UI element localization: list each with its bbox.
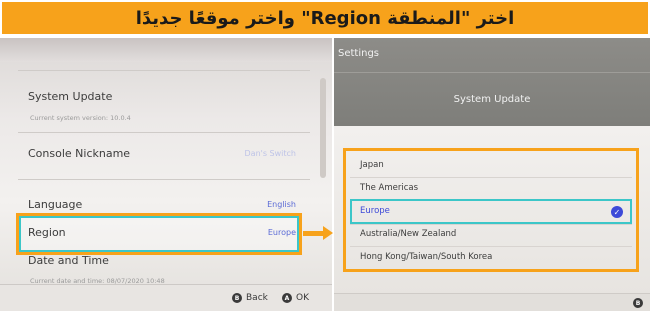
region-value: Europe <box>267 228 296 237</box>
header-title: Settings <box>338 48 380 59</box>
region-option-europe[interactable]: Europe <box>360 206 390 216</box>
nickname-value: Dan's Switch <box>244 149 297 158</box>
header-item-system-update: System Update <box>453 94 531 105</box>
divider <box>18 70 310 71</box>
scrollbar[interactable] <box>320 78 326 178</box>
footer-bar: B <box>334 293 650 311</box>
back-button[interactable]: B Back <box>232 293 268 303</box>
arrow-icon <box>303 231 325 236</box>
settings-item-label: Language <box>28 198 83 211</box>
instruction-banner: اختر "المنطقة Region" واختر موقعًا جديدً… <box>0 0 650 36</box>
footer-bar: B Back A OK <box>0 284 332 311</box>
language-value: English <box>267 200 296 209</box>
checkmark-icon: ✓ <box>611 206 623 218</box>
settings-list-screen: System Update Current system version: 10… <box>0 38 332 311</box>
a-key-icon: A <box>282 293 292 303</box>
b-key-icon: B <box>232 293 242 303</box>
divider <box>18 179 310 180</box>
region-option-the-americas[interactable]: The Americas <box>360 183 418 193</box>
ok-button[interactable]: A OK <box>282 293 309 303</box>
system-version-text: Current system version: 10.0.4 <box>30 114 131 122</box>
arrow-head-icon <box>323 226 333 240</box>
settings-item-label: Date and Time <box>28 254 109 267</box>
b-key-icon[interactable]: B <box>633 298 643 308</box>
settings-item-label: Region <box>28 226 66 239</box>
region-option-japan[interactable]: Japan <box>360 160 384 170</box>
settings-item-label: System Update <box>28 90 113 103</box>
divider <box>18 132 310 133</box>
banner-title: اختر "المنطقة Region" واختر موقعًا جديدً… <box>135 7 515 29</box>
region-option-hong-kong-taiwan-south-korea[interactable]: Hong Kong/Taiwan/South Korea <box>360 252 492 262</box>
settings-item-label: Console Nickname <box>28 147 131 160</box>
region-option-selected-frame <box>350 199 632 224</box>
settings-header: Settings System Update <box>334 38 650 126</box>
region-select-screen: Settings System Update Japan The America… <box>334 38 650 311</box>
region-option-australia-new-zealand[interactable]: Australia/New Zealand <box>360 229 456 239</box>
